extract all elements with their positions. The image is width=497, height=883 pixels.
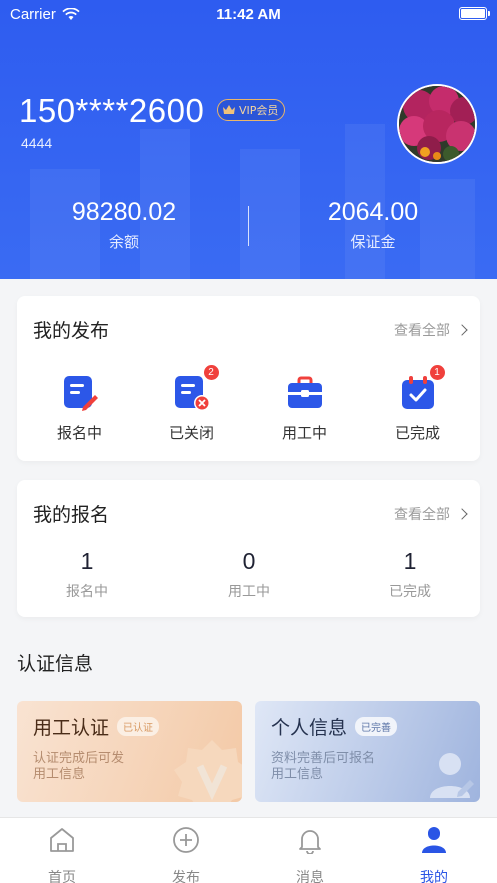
status-bar: Carrier 11:42 AM (0, 0, 497, 30)
status-badge: 已完善 (355, 717, 398, 736)
employer-cert-desc: 认证完成后可发 用工信息 (33, 751, 124, 783)
my-publish-title: 我的发布 (33, 320, 110, 342)
user-icon (422, 827, 446, 853)
deposit-stat[interactable]: 2064.00 保证金 (249, 198, 497, 252)
certification-title: 认证信息 (17, 653, 94, 675)
my-publish-view-all[interactable]: 查看全部 (394, 320, 468, 340)
edit-doc-icon (61, 374, 99, 412)
signup-item-working[interactable]: 0 用工中 (179, 548, 319, 601)
tab-home[interactable]: 首页 (0, 826, 124, 883)
employer-cert-title: 用工认证 (33, 717, 110, 739)
personal-info-title: 个人信息 (271, 717, 348, 739)
tab-publish[interactable]: 发布 (124, 826, 248, 883)
tab-label: 发布 (172, 870, 200, 883)
publish-item-label: 报名中 (56, 424, 102, 442)
publish-item-label: 已完成 (394, 424, 440, 442)
notification-badge: 1 (429, 365, 445, 380)
view-all-label: 查看全部 (394, 323, 450, 339)
publish-item-label: 已关闭 (168, 424, 214, 442)
signup-label: 用工中 (228, 584, 270, 600)
employer-cert-header: 用工认证 已认证 (33, 713, 160, 740)
personal-info-header: 个人信息 已完善 (271, 713, 398, 740)
vip-label: VIP会员 (239, 104, 279, 117)
balance-label: 余额 (108, 233, 139, 251)
balance-value: 98280.02 (71, 198, 177, 226)
publish-item-completed[interactable]: 1 已完成 (360, 365, 475, 443)
signup-item-completed[interactable]: 1 已完成 (340, 548, 480, 601)
notification-badge: 2 (203, 365, 219, 380)
home-icon (50, 828, 74, 852)
signup-item-signing-up[interactable]: 1 报名中 (17, 548, 157, 601)
desc-line: 资料完善后可报名 (271, 751, 376, 766)
avatar-image (399, 86, 475, 162)
user-sub-id: 4444 (21, 135, 53, 151)
tab-label: 我的 (420, 870, 448, 883)
v-badge-icon (174, 740, 242, 802)
desc-line: 认证完成后可发 (33, 751, 125, 766)
desc-line: 用工信息 (271, 767, 324, 782)
plus-circle-icon (173, 827, 199, 853)
my-publish-card: 我的发布 查看全部 报名中 2 已关闭 用工中 1 已完成 (17, 296, 480, 461)
phone-number: 150****2600 (19, 92, 205, 129)
vip-badge[interactable]: VIP会员 (217, 99, 286, 121)
clock: 11:42 AM (216, 6, 281, 23)
deposit-label: 保证金 (350, 233, 396, 251)
tab-bar: 首页 发布 消息 我的 (0, 817, 497, 883)
tab-messages[interactable]: 消息 (248, 826, 372, 883)
signup-count: 1 (403, 548, 417, 574)
battery-icon (459, 7, 490, 20)
crown-icon (223, 105, 235, 114)
publish-item-closed[interactable]: 2 已关闭 (134, 365, 249, 443)
publish-item-signing-up[interactable]: 报名中 (22, 374, 137, 443)
publish-item-label: 用工中 (281, 424, 327, 442)
user-edit-icon (430, 753, 474, 798)
view-all-label: 查看全部 (394, 507, 450, 523)
deposit-value: 2064.00 (327, 198, 419, 226)
my-signup-card: 我的报名 查看全部 1 报名中 0 用工中 1 已完成 (17, 480, 480, 617)
my-signup-view-all[interactable]: 查看全部 (394, 504, 468, 524)
my-signup-title: 我的报名 (33, 504, 110, 526)
desc-line: 用工信息 (33, 767, 86, 782)
balance-stat[interactable]: 98280.02 余额 (0, 198, 248, 252)
personal-info-card[interactable]: 个人信息 已完善 资料完善后可报名 用工信息 (255, 701, 480, 802)
briefcase-icon (286, 374, 324, 412)
chevron-right-icon (456, 508, 468, 520)
avatar[interactable] (397, 84, 477, 164)
tab-label: 消息 (296, 870, 324, 883)
status-badge: 已认证 (117, 717, 160, 736)
profile-header: Carrier 11:42 AM 150****2600 VIP会员 4444 (0, 0, 497, 279)
employer-cert-card[interactable]: 用工认证 已认证 认证完成后可发 用工信息 (17, 701, 242, 802)
calendar-check-icon: 1 (399, 365, 445, 412)
bell-icon (299, 830, 321, 855)
signup-count: 1 (80, 548, 94, 574)
personal-info-desc: 资料完善后可报名 用工信息 (271, 751, 375, 783)
closed-doc-icon: 2 (173, 365, 219, 412)
chevron-right-icon (456, 324, 468, 336)
tab-label: 首页 (48, 870, 76, 883)
signup-label: 已完成 (389, 584, 431, 600)
publish-item-working[interactable]: 用工中 (247, 374, 362, 443)
signup-count: 0 (242, 548, 256, 574)
signup-label: 报名中 (66, 584, 108, 600)
tab-mine[interactable]: 我的 (372, 826, 496, 883)
